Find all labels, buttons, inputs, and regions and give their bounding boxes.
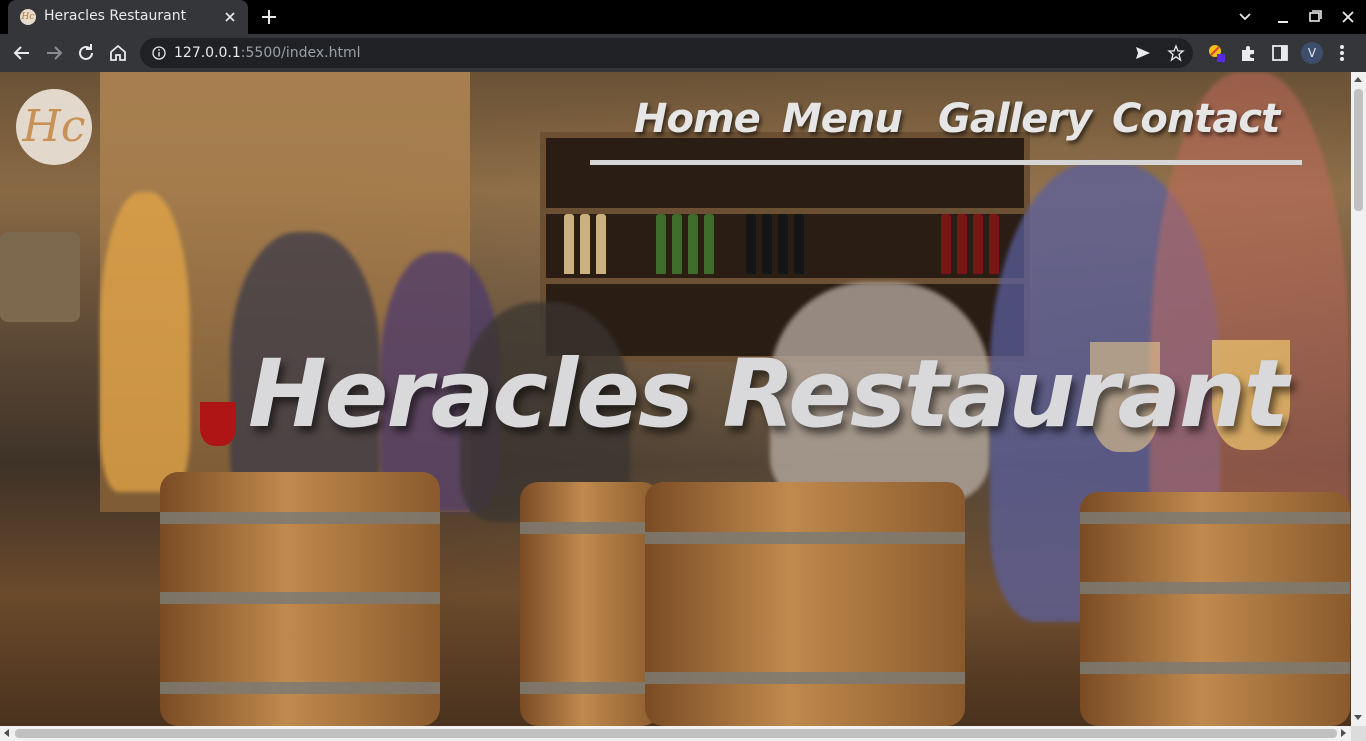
window-close-icon[interactable] [1336, 6, 1360, 28]
close-icon[interactable] [220, 7, 240, 27]
chevron-down-icon[interactable] [1233, 6, 1257, 28]
scroll-right-arrow-icon[interactable] [1341, 729, 1346, 737]
page-viewport: Hc Home Menu Gallery Contact Heracles Re… [0, 72, 1351, 726]
nav-menu[interactable]: Menu [782, 96, 903, 142]
nav-underline [590, 160, 1302, 165]
barrel [160, 472, 440, 726]
home-icon[interactable] [106, 41, 130, 65]
sidepanel-icon[interactable] [1268, 41, 1292, 65]
nav-contact[interactable]: Contact [1112, 96, 1280, 142]
url-path: :5500/index.html [240, 45, 361, 61]
scroll-up-arrow-icon[interactable] [1354, 77, 1362, 82]
site-logo[interactable]: Hc [16, 89, 92, 165]
nav-gallery[interactable]: Gallery [938, 96, 1092, 142]
horizontal-scrollbar[interactable] [0, 726, 1351, 741]
minimize-icon[interactable] [1271, 6, 1295, 28]
star-icon[interactable] [1167, 44, 1185, 62]
tab-strip: Hc Heracles Restaurant [0, 0, 1366, 34]
browser-tab[interactable]: Hc Heracles Restaurant [8, 0, 248, 34]
extension-color-icon[interactable] [1205, 41, 1229, 65]
tab-favicon: Hc [20, 9, 36, 25]
barrel [645, 482, 965, 726]
profile-avatar[interactable]: V [1301, 42, 1323, 64]
main-nav: Home Menu Gallery Contact [590, 92, 1302, 165]
url-host: 127.0.0.1 [174, 45, 241, 61]
barrel [520, 482, 660, 726]
barrel [1080, 492, 1350, 726]
restore-icon[interactable] [1303, 6, 1327, 28]
vertical-scroll-thumb[interactable] [1354, 89, 1363, 211]
url-text: 127.0.0.1:5500/index.html [174, 45, 361, 61]
scroll-left-arrow-icon[interactable] [4, 729, 9, 737]
forward-icon[interactable] [42, 41, 66, 65]
scrollbar-corner [1351, 726, 1366, 741]
plus-icon[interactable] [258, 6, 280, 28]
puzzle-icon[interactable] [1236, 41, 1260, 65]
back-icon[interactable] [10, 41, 34, 65]
send-icon[interactable] [1134, 44, 1152, 62]
nav-home[interactable]: Home [634, 96, 761, 142]
address-bar[interactable]: 127.0.0.1:5500/index.html [140, 38, 1193, 68]
vertical-scrollbar[interactable] [1351, 72, 1366, 726]
scroll-down-arrow-icon[interactable] [1354, 715, 1362, 720]
basket [0, 232, 80, 322]
more-menu-icon[interactable] [1340, 45, 1344, 61]
browser-toolbar: 127.0.0.1:5500/index.html V [0, 34, 1366, 72]
info-icon[interactable] [152, 46, 166, 60]
tab-title: Heracles Restaurant [44, 8, 187, 24]
hero-title: Heracles Restaurant [248, 340, 1289, 449]
horizontal-scroll-thumb[interactable] [15, 729, 1337, 738]
reload-icon[interactable] [74, 41, 98, 65]
